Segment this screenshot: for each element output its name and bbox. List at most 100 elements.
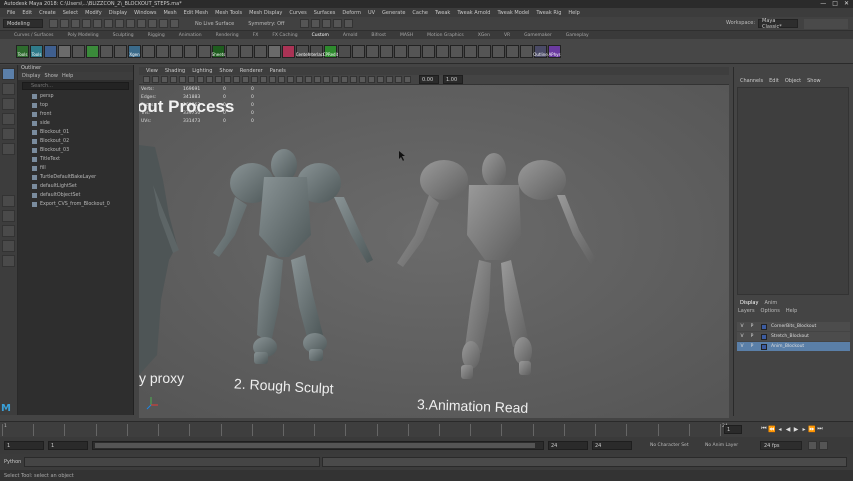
menu-curves[interactable]: Curves	[289, 10, 306, 16]
select-component-icon[interactable]	[126, 19, 135, 28]
shelf-button-icon[interactable]	[114, 44, 127, 58]
menu-tweak[interactable]: Tweak	[435, 10, 450, 16]
viewport-tool-icon[interactable]	[341, 76, 348, 83]
anim-prefs-icon[interactable]	[819, 441, 828, 450]
perspective-viewport[interactable]: Verts: 169691 0 0 Edges: 341883 0 0 Faces: 169863…	[139, 85, 729, 418]
vp-menu-shading[interactable]: Shading	[165, 68, 185, 74]
snap-grid-icon[interactable]	[137, 19, 146, 28]
menu-mesh[interactable]: Mesh	[163, 10, 176, 16]
open-scene-icon[interactable]	[60, 19, 69, 28]
viewport-tool-icon[interactable]	[368, 76, 375, 83]
snap-view-icon[interactable]	[170, 19, 179, 28]
command-input[interactable]	[24, 457, 320, 467]
layer-visibility-toggle[interactable]: V	[737, 334, 747, 339]
symmetry-label[interactable]: Symmetry: Off	[248, 21, 284, 27]
outliner-item[interactable]: Blockout_01	[18, 128, 133, 137]
menu-edit-mesh[interactable]: Edit Mesh	[184, 10, 208, 16]
viewport-tool-icon[interactable]	[359, 76, 366, 83]
step-back-key-icon[interactable]: ⏪	[768, 425, 776, 433]
play-back-icon[interactable]: ◀	[784, 425, 792, 433]
viewport-tool-icon[interactable]	[197, 76, 204, 83]
layer-playback-toggle[interactable]: P	[747, 324, 757, 329]
shelf-button-icon[interactable]	[436, 44, 449, 58]
shelf-tab[interactable]: Bifrost	[371, 33, 386, 38]
persp-graph-icon[interactable]	[2, 240, 15, 252]
outliner-item[interactable]: fill	[18, 164, 133, 173]
display-layer-row[interactable]: V P CornerBits_Blockout	[737, 322, 850, 331]
menu-windows[interactable]: Windows	[134, 10, 156, 16]
range-start-field[interactable]: 1	[48, 441, 88, 450]
shelf-button-icon[interactable]: Interlace	[308, 44, 325, 58]
user-account[interactable]	[804, 19, 848, 29]
viewport-tool-icon[interactable]	[215, 76, 222, 83]
channel-tab-show[interactable]: Show	[807, 78, 821, 84]
display-layer-row[interactable]: V P Anim_Blockout	[737, 342, 850, 351]
anim-start-field[interactable]: 1	[4, 441, 44, 450]
menu-surfaces[interactable]: Surfaces	[314, 10, 336, 16]
viewport-tool-icon[interactable]	[179, 76, 186, 83]
shelf-tab[interactable]: FX Caching	[272, 33, 297, 38]
shelf-button-icon[interactable]	[366, 44, 379, 58]
viewport-tool-icon[interactable]	[206, 76, 213, 83]
display-layer-row[interactable]: V P Stretch_Blockout	[737, 332, 850, 341]
shelf-button-icon[interactable]	[184, 44, 197, 58]
range-end-field[interactable]: 24	[548, 441, 588, 450]
render-icon[interactable]	[300, 19, 310, 28]
outliner-item[interactable]: defaultObjectSet	[18, 191, 133, 200]
outliner-item[interactable]: persp	[18, 92, 133, 101]
vp-menu-renderer[interactable]: Renderer	[240, 68, 263, 74]
layer-tab-anim[interactable]: Anim	[764, 300, 777, 306]
current-frame-field[interactable]: 1	[724, 425, 742, 434]
menu-set-dropdown[interactable]: Modeling	[3, 19, 43, 28]
channel-tab-object[interactable]: Object	[785, 78, 801, 84]
outliner-item[interactable]: TitleText	[18, 155, 133, 164]
menu-tweak-model[interactable]: Tweak Model	[497, 10, 529, 16]
step-forward-key-icon[interactable]: ⏩	[808, 425, 816, 433]
outliner-item[interactable]: TurtleDefaultBakeLayer	[18, 173, 133, 182]
scale-tool-icon[interactable]	[2, 143, 15, 155]
vp-menu-view[interactable]: View	[146, 68, 158, 74]
outliner-item[interactable]: Blockout_03	[18, 146, 133, 155]
shelf-button-icon[interactable]: Tools	[30, 44, 43, 58]
command-language-label[interactable]: Python	[4, 459, 21, 465]
shelf-button-icon[interactable]	[142, 44, 155, 58]
viewport-tool-icon[interactable]	[170, 76, 177, 83]
step-forward-icon[interactable]: ▸	[800, 425, 808, 433]
auto-key-icon[interactable]	[808, 441, 817, 450]
menu-mesh-tools[interactable]: Mesh Tools	[215, 10, 242, 16]
shelf-tab[interactable]: Rendering	[216, 33, 239, 38]
anim-layer-dropdown[interactable]: No Anim Layer	[705, 443, 738, 448]
viewport-tool-icon[interactable]	[269, 76, 276, 83]
shelf-button-icon[interactable]	[380, 44, 393, 58]
vp-menu-lighting[interactable]: Lighting	[192, 68, 212, 74]
layer-menu-help[interactable]: Help	[786, 308, 797, 314]
viewport-tool-icon[interactable]	[323, 76, 330, 83]
shelf-button-icon[interactable]	[478, 44, 491, 58]
hypershade-icon[interactable]	[333, 19, 343, 28]
go-to-start-icon[interactable]: ⏮	[760, 425, 768, 433]
vp-menu-show[interactable]: Show	[219, 68, 233, 74]
shelf-tab[interactable]: Rigging	[148, 33, 165, 38]
workspace-dropdown[interactable]: Maya Classic*	[758, 18, 798, 30]
outliner-menu-help[interactable]: Help	[62, 73, 73, 79]
viewport-tool-icon[interactable]	[395, 76, 402, 83]
live-surface-label[interactable]: No Live Surface	[195, 21, 234, 27]
vp-menu-panels[interactable]: Panels	[270, 68, 286, 74]
paint-select-icon[interactable]	[2, 98, 15, 110]
ipr-render-icon[interactable]	[311, 19, 321, 28]
outliner-item[interactable]: front	[18, 110, 133, 119]
outliner-item[interactable]: Export_CVS_from_Blockout_0	[18, 200, 133, 209]
lasso-tool-icon[interactable]	[2, 83, 15, 95]
shelf-button-icon[interactable]	[226, 44, 239, 58]
shelf-tab[interactable]: Gamemaker	[524, 33, 552, 38]
go-to-end-icon[interactable]: ⏭	[816, 425, 824, 433]
shelf-tab[interactable]: MASH	[400, 33, 413, 38]
minimize-button[interactable]: —	[820, 0, 826, 7]
shelf-tab-active[interactable]: Custom	[312, 33, 329, 38]
shelf-button-icon[interactable]	[170, 44, 183, 58]
shelf-tab[interactable]: Sculpting	[113, 33, 134, 38]
anim-end-field[interactable]: 24	[592, 441, 632, 450]
outliner-menu-show[interactable]: Show	[44, 73, 58, 79]
shelf-button-icon[interactable]	[100, 44, 113, 58]
shelf-button-icon[interactable]	[520, 44, 533, 58]
